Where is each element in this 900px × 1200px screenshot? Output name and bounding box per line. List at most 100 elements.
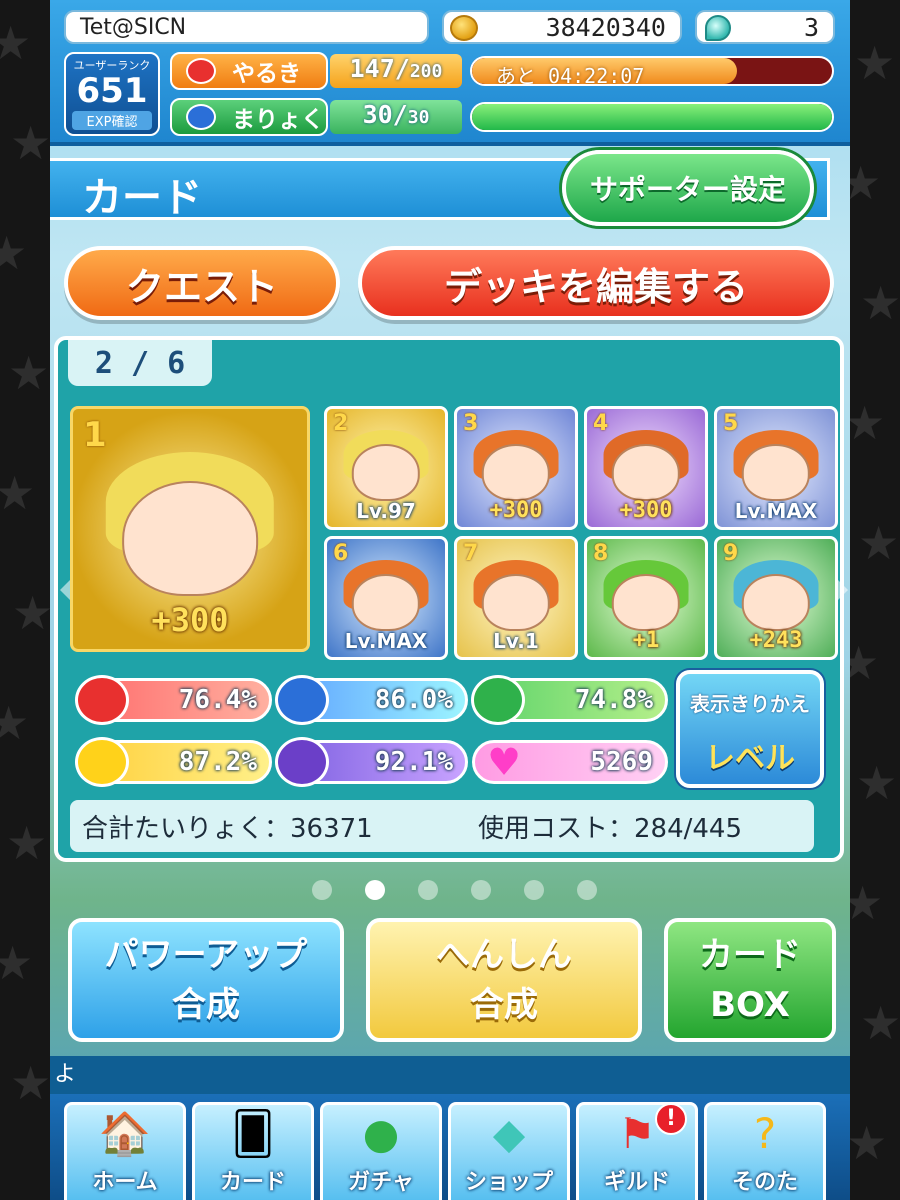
card-box-line2: BOX bbox=[710, 985, 790, 1025]
gem-icon: ◆ bbox=[492, 1109, 526, 1158]
stamina-label-box: やるき bbox=[170, 52, 328, 90]
card-face bbox=[351, 574, 421, 632]
page-dot[interactable] bbox=[471, 880, 491, 900]
exp-check-button[interactable]: EXP確認 bbox=[72, 111, 152, 130]
card-number: 9 bbox=[723, 541, 739, 566]
leader-card[interactable]: 1 +300 bbox=[70, 406, 310, 652]
red-puyo-icon bbox=[186, 58, 216, 84]
coin-icon bbox=[450, 15, 478, 41]
bottom-nav: 🏠 ホーム 🂠 カード ● ガチャ ◆ ショップ ⚑ ! ギルド ? そのた bbox=[50, 1094, 850, 1200]
green-stat-value: 74.8% bbox=[574, 685, 653, 715]
gem-value: 3 bbox=[803, 12, 819, 42]
coin-counter[interactable]: 38420340 bbox=[442, 10, 682, 44]
stamina-max: 200 bbox=[409, 61, 443, 82]
nav-label: そのた bbox=[731, 1170, 798, 1195]
deck-card[interactable]: 2 Lv.97 bbox=[324, 406, 448, 530]
deck-card[interactable]: 3 +300 bbox=[454, 406, 578, 530]
deck-pagination bbox=[312, 880, 597, 900]
card-badge: +300 bbox=[489, 498, 543, 523]
edit-deck-button[interactable]: デッキを編集する bbox=[358, 246, 834, 320]
card-face bbox=[122, 481, 258, 597]
card-badge: +243 bbox=[749, 628, 803, 653]
nav-label: カード bbox=[219, 1170, 286, 1195]
blue-attribute-stat: 86.0% bbox=[275, 675, 468, 725]
mana-row: まりょく 30/ 30 bbox=[170, 98, 838, 136]
power-up-fusion-button[interactable]: パワーアップ 合成 bbox=[68, 918, 344, 1042]
news-ticker[interactable]: よ bbox=[50, 1056, 850, 1094]
henshin-line2: 合成 bbox=[470, 985, 538, 1025]
deck-card[interactable]: 7 Lv.1 bbox=[454, 536, 578, 660]
flag-icon: ⚑ bbox=[618, 1109, 656, 1158]
card-number: 6 bbox=[333, 541, 349, 566]
page-dot[interactable] bbox=[577, 880, 597, 900]
red-stat-value: 76.4% bbox=[178, 685, 257, 715]
mana-bar-fill bbox=[472, 104, 832, 130]
mana-value: 30/ 30 bbox=[330, 100, 462, 134]
page-dot[interactable] bbox=[312, 880, 332, 900]
deck-card[interactable]: 5 Lv.MAX bbox=[714, 406, 838, 530]
gem-counter[interactable]: 3 bbox=[695, 10, 835, 44]
green-attribute-stat: 74.8% bbox=[471, 675, 668, 725]
henshin-fusion-button[interactable]: へんしん 合成 bbox=[366, 918, 642, 1042]
user-rank-box[interactable]: ユーザーランク 651 EXP確認 bbox=[64, 52, 160, 136]
yellow-stat-value: 87.2% bbox=[178, 747, 257, 777]
nav-guild[interactable]: ⚑ ! ギルド bbox=[576, 1102, 698, 1200]
nav-card[interactable]: 🂠 カード bbox=[192, 1102, 314, 1200]
card-icon: 🂠 bbox=[231, 1109, 275, 1158]
card-number: 5 bbox=[723, 411, 739, 436]
deck-summary: 合計たいりょく：36371 使用コスト：284/445 bbox=[70, 800, 814, 852]
mana-label-box: まりょく bbox=[170, 98, 328, 136]
mana-bar bbox=[470, 102, 834, 132]
left-star-border: ★ ★ ★ ★ ★ ★ ★ ★ ★ ★ bbox=[0, 0, 50, 1200]
alert-badge: ! bbox=[655, 1105, 687, 1135]
page-dot[interactable] bbox=[418, 880, 438, 900]
nav-label: ギルド bbox=[603, 1170, 670, 1195]
deck-card[interactable]: 4 +300 bbox=[584, 406, 708, 530]
card-face bbox=[611, 444, 681, 502]
heart-icon: ♥ bbox=[490, 735, 518, 789]
deck-card[interactable]: 8 +1 bbox=[584, 536, 708, 660]
card-badge: Lv.97 bbox=[356, 499, 416, 523]
card-number: 7 bbox=[463, 541, 479, 566]
card-number: 1 bbox=[83, 415, 107, 455]
page-dot[interactable] bbox=[524, 880, 544, 900]
page-dot[interactable] bbox=[365, 880, 385, 900]
nav-other[interactable]: ? そのた bbox=[704, 1102, 826, 1200]
right-star-border: ★ ★ ★ ★ ★ ★ ★ ★ ★ ★ bbox=[850, 0, 900, 1200]
nav-gacha[interactable]: ● ガチャ bbox=[320, 1102, 442, 1200]
deck-cost: 使用コスト：284/445 bbox=[478, 813, 743, 844]
supporter-settings-button[interactable]: サポーター設定 bbox=[562, 150, 814, 226]
purple-stat-value: 92.1% bbox=[374, 747, 453, 777]
nav-home[interactable]: 🏠 ホーム bbox=[64, 1102, 186, 1200]
yellow-puyo-icon bbox=[75, 737, 129, 787]
green-puyo-icon bbox=[471, 675, 525, 725]
deck-card[interactable]: 6 Lv.MAX bbox=[324, 536, 448, 660]
display-toggle-button[interactable]: 表示きりかえ レベル bbox=[676, 670, 824, 788]
card-box-button[interactable]: カード BOX bbox=[664, 918, 836, 1042]
card-badge: Lv.MAX bbox=[734, 499, 818, 523]
stamina-timer: あと 04:22:07 bbox=[496, 64, 645, 86]
card-face bbox=[741, 574, 811, 632]
rank-value: 651 bbox=[76, 71, 148, 111]
coin-value: 38420340 bbox=[545, 12, 666, 42]
power-up-line2: 合成 bbox=[172, 985, 240, 1025]
mana-current: 30/ bbox=[362, 100, 408, 129]
stamina-label: やるき bbox=[232, 61, 301, 87]
total-stamina: 合計たいりょく：36371 bbox=[82, 813, 373, 844]
nav-shop[interactable]: ◆ ショップ bbox=[448, 1102, 570, 1200]
deck-panel: 2 / 6 1 +300 2 Lv.97 3 +300 4 +300 5 Lv.… bbox=[54, 336, 848, 862]
mana-label: まりょく bbox=[232, 107, 324, 133]
deck-card[interactable]: 9 +243 bbox=[714, 536, 838, 660]
blue-stat-value: 86.0% bbox=[374, 685, 453, 715]
card-box-line1: カード bbox=[699, 935, 801, 975]
question-icon: ? bbox=[753, 1109, 777, 1158]
quest-button[interactable]: クエスト bbox=[64, 246, 340, 320]
puyo-icon: ● bbox=[362, 1109, 400, 1158]
card-badge: +1 bbox=[632, 628, 660, 653]
power-up-line1: パワーアップ bbox=[104, 935, 308, 975]
card-badge: +300 bbox=[151, 601, 229, 639]
stamina-row: やるき 147/ 200 あと 04:22:07 bbox=[170, 52, 838, 90]
stamina-value: 147/ 200 bbox=[330, 54, 462, 88]
stamina-bar: あと 04:22:07 bbox=[470, 56, 834, 86]
blue-puyo-icon bbox=[275, 675, 329, 725]
